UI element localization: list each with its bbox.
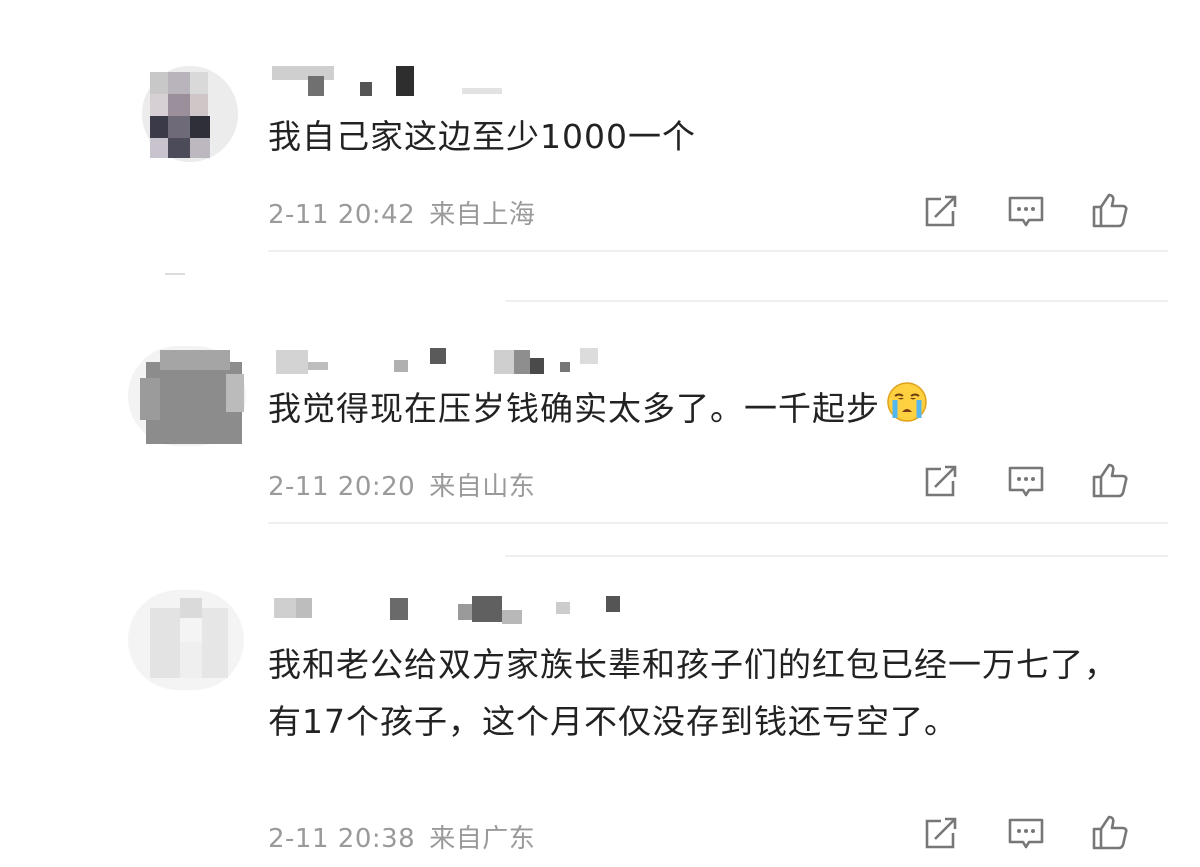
comment-meta: 2-11 20:42 来自上海 — [268, 194, 535, 231]
divider — [268, 250, 1168, 252]
comment-location: 来自上海 — [429, 200, 536, 230]
section-divider — [165, 273, 185, 275]
comment-time: 2-11 20:42 — [268, 200, 416, 230]
reply-icon[interactable] — [1004, 192, 1048, 232]
comment-location: 来自广东 — [429, 824, 536, 854]
share-icon[interactable] — [920, 814, 964, 854]
comment-meta: 2-11 20:38 来自广东 — [268, 818, 535, 855]
avatar[interactable] — [142, 66, 238, 162]
comment-text-content: 我觉得现在压岁钱确实太多了。一千起步 — [268, 389, 880, 428]
like-icon[interactable] — [1088, 190, 1132, 230]
crying-face-icon — [886, 381, 928, 440]
comment-location: 来自山东 — [429, 472, 536, 502]
reply-icon[interactable] — [1004, 462, 1048, 502]
reply-icon[interactable] — [1004, 814, 1048, 854]
username-redacted[interactable] — [272, 344, 632, 376]
like-icon[interactable] — [1088, 460, 1132, 500]
comment-time: 2-11 20:38 — [268, 824, 416, 854]
comment-item: 我觉得现在压岁钱确实太多了。一千起步 2-11 20:20 来自山东 — [0, 320, 1200, 530]
share-icon[interactable] — [920, 192, 964, 232]
comment-meta: 2-11 20:20 来自山东 — [268, 466, 535, 503]
avatar[interactable] — [128, 340, 246, 450]
username-redacted[interactable] — [272, 66, 532, 98]
avatar[interactable] — [128, 584, 246, 694]
username-redacted[interactable] — [272, 592, 652, 624]
comment-item: 我和老公给双方家族长辈和孩子们的红包已经一万七了，有17个孩子，这个月不仅没存到… — [0, 570, 1200, 867]
section-divider — [505, 300, 1168, 302]
comment-text: 我和老公给双方家族长辈和孩子们的红包已经一万七了，有17个孩子，这个月不仅没存到… — [268, 645, 1118, 741]
comment-text: 我觉得现在压岁钱确实太多了。一千起步 — [268, 380, 1128, 440]
comment-item: 我自己家这边至少1000一个 2-11 20:42 来自上海 — [0, 0, 1200, 260]
divider — [268, 522, 1168, 524]
comment-text: 我自己家这边至少1000一个 — [268, 117, 696, 156]
comment-time: 2-11 20:20 — [268, 472, 416, 502]
section-divider — [505, 555, 1168, 557]
share-icon[interactable] — [920, 462, 964, 502]
like-icon[interactable] — [1088, 812, 1132, 852]
